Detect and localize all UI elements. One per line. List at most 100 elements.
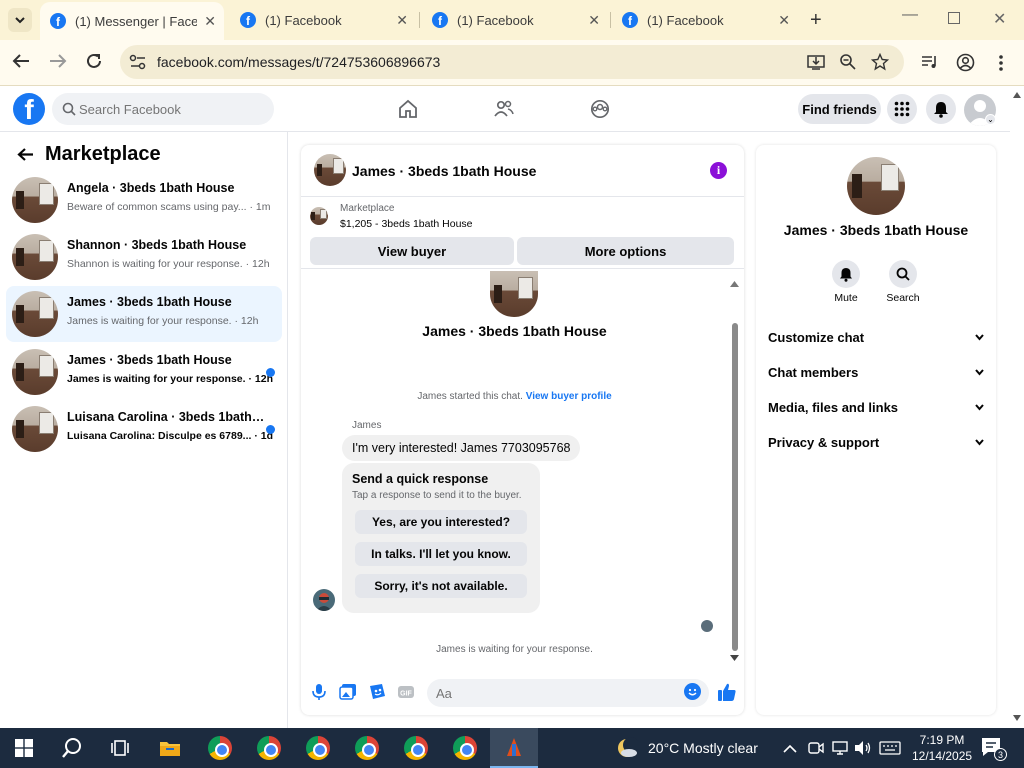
chrome-taskbar-button[interactable] — [245, 728, 293, 768]
conversation-item[interactable]: Angela · 3beds 1bath House Beware of com… — [6, 172, 282, 228]
chevron-up-icon[interactable] — [783, 744, 797, 753]
system-clock[interactable]: 7:19 PM 12/14/2025 — [912, 732, 972, 764]
volume-icon[interactable] — [854, 740, 872, 756]
minimize-window-icon[interactable]: — — [902, 6, 918, 24]
weather-moon-icon — [618, 737, 638, 757]
close-tab-icon[interactable]: ✕ — [778, 12, 790, 29]
conversation-item[interactable]: Luisana Carolina · 3beds 1bath H... Luis… — [6, 401, 282, 457]
chrome-taskbar-button[interactable] — [294, 728, 342, 768]
bookmark-star-icon[interactable] — [871, 53, 889, 71]
chat-title[interactable]: James · 3beds 1bath House — [352, 163, 536, 179]
tab-facebook-1[interactable]: f (1) Facebook ✕ — [230, 0, 416, 40]
profile-icon[interactable] — [956, 53, 975, 72]
message-input[interactable] — [427, 679, 709, 707]
address-bar[interactable]: facebook.com/messages/t/724753606896673 — [120, 45, 904, 79]
new-tab-button[interactable]: + — [810, 9, 822, 32]
meet-now-icon[interactable] — [808, 741, 824, 755]
sticker-icon[interactable] — [368, 683, 386, 701]
restore-window-icon[interactable] — [948, 12, 960, 24]
scroll-up-arrow-icon[interactable] — [730, 281, 739, 287]
chat-header: James · 3beds 1bath House i — [301, 145, 744, 197]
search-icon — [62, 738, 81, 758]
conversation-item[interactable]: Shannon · 3beds 1bath House Shannon is w… — [6, 229, 282, 285]
tab-facebook-3[interactable]: f (1) Facebook ✕ — [612, 0, 798, 40]
facebook-search[interactable] — [52, 93, 274, 125]
quick-reply-yes-button[interactable]: Yes, are you interested? — [355, 510, 527, 534]
privacy-support-section[interactable]: Privacy & support — [768, 428, 984, 458]
start-button[interactable] — [0, 728, 48, 768]
quick-reply-talks-button[interactable]: In talks. I'll let you know. — [355, 542, 527, 566]
notification-center-button[interactable]: 3 — [980, 736, 1007, 761]
clock-time: 7:19 PM — [919, 733, 965, 747]
weather-text[interactable]: 20°C Mostly clear — [648, 740, 758, 756]
tab-title: (1) Facebook — [265, 12, 342, 28]
conversation-item-selected[interactable]: James · 3beds 1bath House James is waiti… — [6, 286, 282, 342]
back-arrow-icon[interactable] — [12, 53, 30, 74]
media-files-links-section[interactable]: Media, files and links — [768, 393, 984, 423]
chat-members-section[interactable]: Chat members — [768, 358, 984, 388]
media-controls-icon[interactable] — [921, 54, 939, 70]
photo-icon[interactable] — [339, 683, 357, 701]
network-icon[interactable] — [832, 740, 848, 756]
site-info-icon[interactable] — [129, 54, 147, 70]
tab-search-button[interactable] — [8, 8, 32, 32]
tab-messenger[interactable]: f (1) Messenger | Facebook ✕ — [40, 2, 224, 40]
chat-avatar[interactable] — [314, 154, 346, 186]
gif-icon[interactable]: GIF — [397, 683, 415, 701]
info-icon[interactable]: i — [710, 162, 727, 179]
home-icon[interactable] — [398, 99, 418, 119]
search-input[interactable] — [79, 93, 269, 125]
taskbar-search-button[interactable] — [48, 728, 96, 768]
close-tab-icon[interactable]: ✕ — [204, 13, 216, 30]
scroll-up-arrow-icon[interactable] — [1013, 92, 1021, 98]
scroll-down-arrow-icon[interactable] — [730, 655, 739, 661]
browser-menu-icon[interactable] — [998, 54, 1004, 72]
browser-tab-strip: f (1) Messenger | Facebook ✕ f (1) Faceb… — [0, 0, 1024, 40]
chrome-taskbar-button[interactable] — [196, 728, 244, 768]
listing-price[interactable]: $1,205 - 3beds 1bath House — [340, 218, 473, 230]
like-thumb-icon[interactable] — [717, 682, 737, 702]
active-app-button[interactable] — [490, 728, 538, 768]
close-tab-icon[interactable]: ✕ — [588, 12, 600, 29]
menu-grid-button[interactable] — [887, 94, 917, 124]
tab-facebook-2[interactable]: f (1) Facebook ✕ — [422, 0, 608, 40]
page-scrollbar[interactable] — [1010, 86, 1024, 728]
scroll-down-arrow-icon[interactable] — [1013, 715, 1021, 721]
unread-dot — [266, 425, 275, 434]
url-text[interactable]: facebook.com/messages/t/724753606896673 — [157, 54, 440, 70]
emoji-icon[interactable] — [684, 683, 701, 700]
quick-reply-unavailable-button[interactable]: Sorry, it's not available. — [355, 574, 527, 598]
mute-button[interactable]: Mute — [821, 260, 871, 304]
find-friends-button[interactable]: Find friends — [798, 94, 881, 124]
chrome-taskbar-button[interactable] — [343, 728, 391, 768]
search-in-chat-button[interactable]: Search — [878, 260, 928, 304]
install-app-icon[interactable] — [807, 53, 825, 71]
chrome-taskbar-button[interactable] — [392, 728, 440, 768]
file-explorer-button[interactable] — [146, 728, 194, 768]
close-tab-icon[interactable]: ✕ — [396, 12, 408, 29]
forward-arrow-icon[interactable] — [49, 53, 67, 74]
facebook-logo-icon[interactable]: f — [13, 93, 45, 125]
groups-icon[interactable] — [590, 99, 610, 119]
conversation-item[interactable]: James · 3beds 1bath House James is waiti… — [6, 344, 282, 400]
chrome-taskbar-button[interactable] — [441, 728, 489, 768]
customize-chat-section[interactable]: Customize chat — [768, 323, 984, 353]
zoom-icon[interactable] — [839, 53, 857, 71]
thread-title: James · 3beds 1bath House — [422, 323, 607, 339]
friends-icon[interactable] — [494, 99, 514, 119]
more-options-button[interactable]: More options — [517, 237, 734, 265]
view-buyer-button[interactable]: View buyer — [310, 237, 514, 265]
notifications-button[interactable] — [926, 94, 956, 124]
back-arrow-icon[interactable] — [17, 147, 34, 162]
task-view-button[interactable] — [96, 728, 144, 768]
sender-name: James — [352, 420, 382, 431]
details-avatar[interactable] — [847, 157, 905, 215]
close-window-icon[interactable]: ✕ — [993, 9, 1006, 29]
reload-icon[interactable] — [85, 52, 103, 75]
view-buyer-profile-link[interactable]: View buyer profile — [526, 391, 612, 402]
keyboard-icon[interactable] — [879, 741, 901, 755]
scroll-thumb[interactable] — [732, 323, 738, 651]
chat-scrollbar[interactable] — [730, 281, 739, 661]
microphone-icon[interactable] — [310, 683, 328, 701]
account-menu-chevron-icon[interactable]: ⌄ — [985, 114, 996, 125]
